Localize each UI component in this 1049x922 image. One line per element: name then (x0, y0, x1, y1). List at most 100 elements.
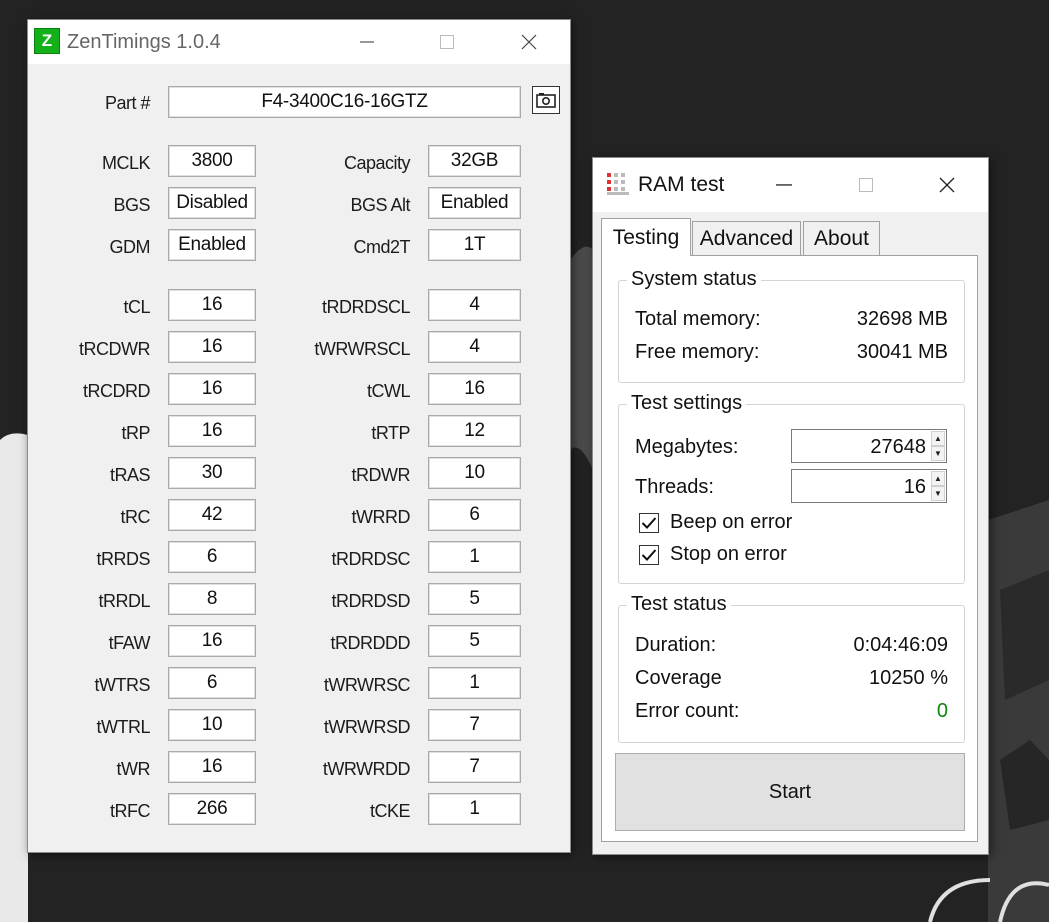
timing-value-field[interactable]: 6 (168, 541, 256, 573)
spin-up-icon[interactable]: ▲ (931, 431, 945, 446)
close-button[interactable] (924, 158, 970, 212)
checkmark-icon (641, 549, 657, 561)
timing-label: tRFC (110, 801, 151, 821)
part-number-field[interactable]: F4-3400C16-16GTZ (168, 86, 521, 118)
group-title: Test settings (627, 392, 747, 415)
timing-label: tWR (116, 759, 151, 779)
timing-value-field[interactable]: 6 (168, 667, 256, 699)
group-title: System status (627, 268, 761, 291)
timing-label: tRDWR (351, 465, 411, 485)
timing-value-field[interactable]: Disabled (168, 187, 256, 219)
timing-value-field[interactable]: 16 (428, 373, 521, 405)
group-title: Test status (627, 593, 731, 616)
timing-value-field[interactable]: 8 (168, 583, 256, 615)
timing-label: tRRDS (96, 549, 150, 569)
timing-value-field[interactable]: 16 (168, 751, 256, 783)
threads-value[interactable]: 16 (904, 476, 926, 499)
free-memory-value: 30041 MB (856, 341, 948, 363)
threads-spin-buttons[interactable]: ▲ ▼ (931, 471, 945, 501)
error-count-value: 0 (936, 700, 948, 722)
coverage-label: Coverage (635, 667, 722, 689)
duration-label: Duration: (635, 634, 717, 656)
error-count-label: Error count: (635, 700, 740, 722)
maximize-icon (440, 35, 454, 49)
minimize-icon (776, 184, 792, 186)
zentimings-titlebar[interactable]: Z ZenTimings 1.0.4 (28, 20, 570, 64)
timing-value-field[interactable]: 7 (428, 709, 521, 741)
timing-value-field[interactable]: 4 (428, 331, 521, 363)
timing-label: tCWL (367, 381, 411, 401)
screenshot-button[interactable] (532, 86, 560, 114)
close-icon (939, 177, 955, 193)
maximize-button[interactable] (424, 20, 470, 64)
timing-value-field[interactable]: 12 (428, 415, 521, 447)
timing-value-field[interactable]: 16 (168, 415, 256, 447)
tab-about[interactable]: About (803, 221, 880, 255)
timing-label: tCL (123, 297, 150, 317)
timing-value-field[interactable]: 1 (428, 541, 521, 573)
threads-label: Threads: (635, 476, 714, 498)
timing-value-field[interactable]: 6 (428, 499, 521, 531)
timing-value-field[interactable]: 10 (168, 709, 256, 741)
minimize-button[interactable] (761, 158, 807, 212)
minimize-button[interactable] (344, 20, 390, 64)
timing-value-field[interactable]: 1 (428, 667, 521, 699)
timing-value-field[interactable]: 16 (168, 373, 256, 405)
timing-value-field[interactable]: 4 (428, 289, 521, 321)
beep-on-error-label[interactable]: Beep on error (670, 511, 792, 534)
minimize-icon (360, 41, 374, 43)
timing-label: tRCDWR (79, 339, 151, 359)
timing-value-field[interactable]: 42 (168, 499, 256, 531)
timing-label: tRDRDSC (331, 549, 410, 569)
timing-value-field[interactable]: 266 (168, 793, 256, 825)
timing-value-field[interactable]: 3800 (168, 145, 256, 177)
megabytes-value[interactable]: 27648 (870, 436, 926, 459)
timing-label: MCLK (101, 153, 151, 173)
ramtest-titlebar[interactable]: RAM test (593, 158, 988, 212)
spin-up-icon[interactable]: ▲ (931, 471, 945, 486)
timing-value-field[interactable]: 32GB (428, 145, 521, 177)
timing-value-field[interactable]: 10 (428, 457, 521, 489)
timing-label: tWRWRSD (323, 717, 411, 737)
test-settings-group: Test settings Megabytes: 27648 ▲ ▼ Threa… (618, 392, 965, 584)
window-title: RAM test (638, 173, 725, 196)
checkmark-icon (641, 517, 657, 529)
megabytes-label: Megabytes: (635, 436, 739, 458)
timing-label: tWTRL (96, 717, 151, 737)
timing-value-field[interactable]: 7 (428, 751, 521, 783)
timing-value-field[interactable]: 16 (168, 289, 256, 321)
start-button[interactable]: Start (615, 753, 965, 831)
timing-value-field[interactable]: 1T (428, 229, 521, 261)
tab-advanced[interactable]: Advanced (692, 221, 801, 255)
timing-value-field[interactable]: 5 (428, 625, 521, 657)
close-button[interactable] (506, 20, 552, 64)
timing-value-field[interactable]: Enabled (168, 229, 256, 261)
tab-testing[interactable]: Testing (601, 218, 691, 256)
duration-value: 0:04:46:09 (853, 634, 948, 656)
megabytes-spin-buttons[interactable]: ▲ ▼ (931, 431, 945, 461)
zentimings-window: Z ZenTimings 1.0.4 Part # F4-3400C16-16G… (28, 20, 570, 852)
timing-value-field[interactable]: 5 (428, 583, 521, 615)
megabytes-spinner[interactable]: 27648 ▲ ▼ (791, 429, 947, 463)
timing-label: tFAW (108, 633, 151, 653)
free-memory-label: Free memory: (635, 341, 760, 363)
timing-value-field[interactable]: 16 (168, 625, 256, 657)
spin-down-icon[interactable]: ▼ (931, 486, 945, 501)
maximize-button[interactable] (843, 158, 889, 212)
timing-label: GDM (109, 237, 151, 257)
stop-on-error-label[interactable]: Stop on error (670, 543, 787, 566)
coverage-value: 10250 % (869, 667, 948, 689)
timing-label: tWRWRSC (323, 675, 411, 695)
threads-spinner[interactable]: 16 ▲ ▼ (791, 469, 947, 503)
timing-label: tRC (120, 507, 151, 527)
timing-label: Capacity (343, 153, 411, 173)
timing-value-field[interactable]: 1 (428, 793, 521, 825)
spin-down-icon[interactable]: ▼ (931, 446, 945, 461)
timing-value-field[interactable]: 30 (168, 457, 256, 489)
beep-on-error-checkbox[interactable] (639, 513, 659, 533)
timing-value-field[interactable]: 16 (168, 331, 256, 363)
ram-chip-icon (605, 171, 631, 197)
stop-on-error-checkbox[interactable] (639, 545, 659, 565)
close-icon (521, 34, 537, 50)
timing-value-field[interactable]: Enabled (428, 187, 521, 219)
